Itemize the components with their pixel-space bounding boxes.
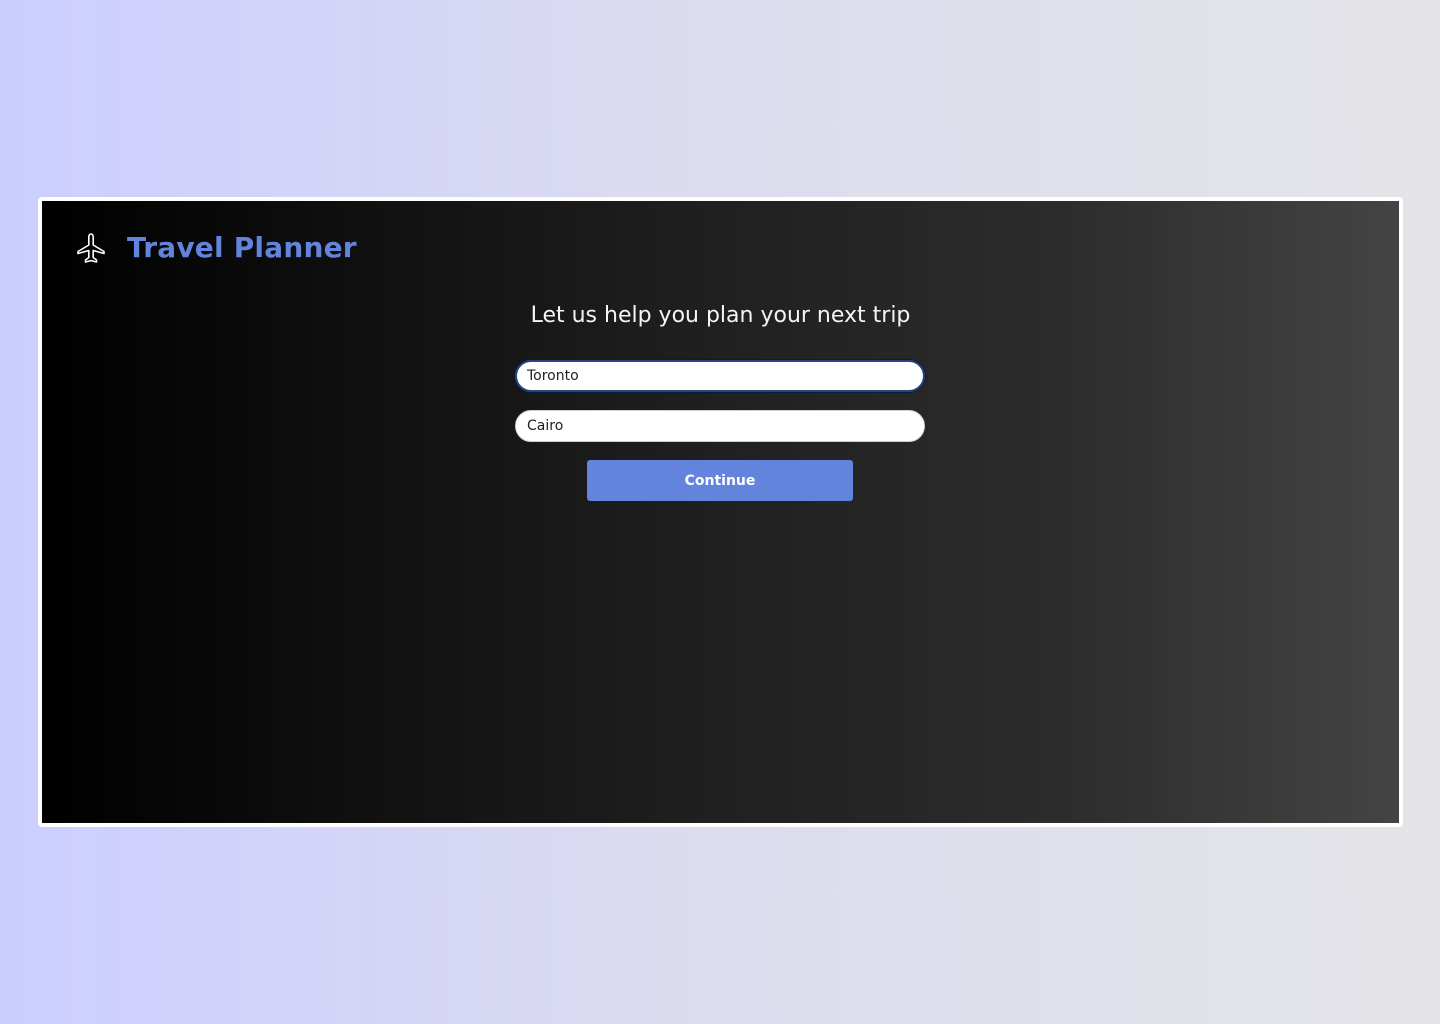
app-title: Travel Planner <box>127 231 357 264</box>
origin-input[interactable] <box>515 360 925 392</box>
brand-header: Travel Planner <box>76 231 357 264</box>
destination-input[interactable] <box>515 410 925 442</box>
continue-button[interactable]: Continue <box>587 460 853 501</box>
planner-card: Travel Planner Let us help you plan your… <box>42 201 1399 823</box>
planner-card-frame: Travel Planner Let us help you plan your… <box>38 197 1403 827</box>
airplane-icon <box>76 232 106 264</box>
page-heading: Let us help you plan your next trip <box>530 303 911 328</box>
